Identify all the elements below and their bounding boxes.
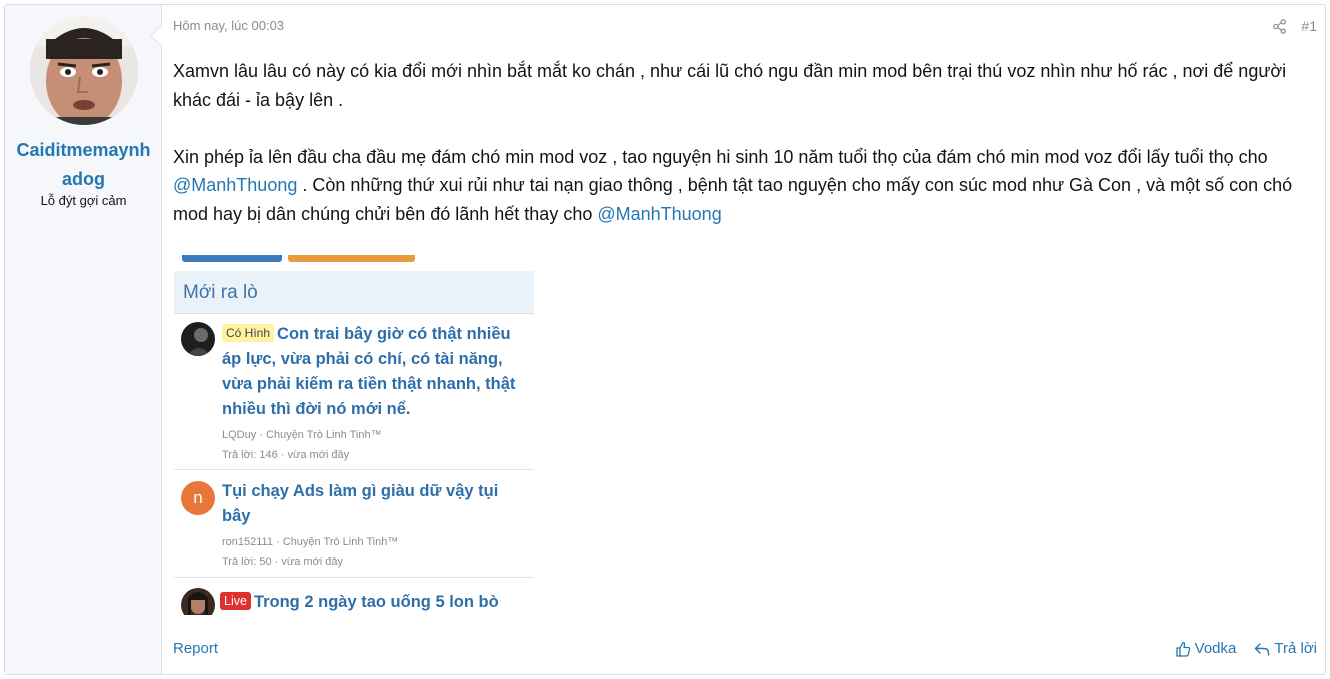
- embed-topbar: [174, 255, 534, 263]
- avatar-letter: n: [193, 488, 203, 507]
- post-message: Xamvn lâu lâu có này có kia đổi mới nhìn…: [173, 57, 1318, 228]
- thread-body: Có Hình Con trai bây giờ có thật nhiều áp…: [222, 322, 526, 465]
- avatar[interactable]: [30, 17, 138, 125]
- username[interactable]: Caiditmemaynhadog: [5, 136, 162, 194]
- thread-author-forum: ron152111 · Chuyện Trò Linh Tinh™: [222, 536, 399, 548]
- report-link[interactable]: Report: [173, 640, 218, 657]
- post-date[interactable]: Hôm nay, lúc 00:03: [173, 18, 284, 33]
- thread-body: Tụi chạy Ads làm gì giàu dữ vậy tụi bây …: [222, 479, 526, 572]
- list-item: n Tụi chạy Ads làm gì giàu dữ vậy tụi bâ…: [174, 471, 534, 578]
- mention-link[interactable]: @ManhThuong: [173, 175, 297, 195]
- thread-avatar: [181, 322, 215, 356]
- message-paragraph-2: Xin phép ỉa lên đầu cha đầu mẹ đám chó m…: [173, 143, 1318, 229]
- embedded-screenshot[interactable]: Mới ra lò Có Hình Con trai bây giờ có thậ…: [174, 255, 534, 615]
- thread-title[interactable]: Tụi chạy Ads làm gì giàu dữ vậy tụi bây: [222, 479, 526, 529]
- post-footer: Report Vodka Trả lời: [173, 640, 1317, 660]
- thumbs-up-icon: [1175, 641, 1191, 657]
- like-button[interactable]: Vodka: [1175, 640, 1237, 657]
- post-header: Hôm nay, lúc 00:03 #1: [173, 18, 1317, 38]
- avatar-image: [30, 17, 138, 125]
- prefix-badge: Có Hình: [222, 324, 275, 342]
- reply-button[interactable]: Trả lời: [1254, 640, 1317, 657]
- user-title: Lỗ đýt gợi cảm: [40, 193, 127, 208]
- post-number-link[interactable]: #1: [1301, 18, 1317, 34]
- footer-actions: Vodka Trả lời: [1175, 640, 1317, 657]
- post-actions: #1: [1272, 18, 1317, 34]
- thread-avatar: [181, 588, 215, 615]
- message-text: . Còn những thứ xui rủi như tai nạn giao…: [173, 175, 1293, 224]
- like-label: Vodka: [1194, 640, 1237, 657]
- thread-avatar: n: [181, 481, 215, 515]
- thread-body: Live Trong 2 ngày tao uống 5 lon bò: [220, 590, 526, 615]
- share-icon[interactable]: [1272, 18, 1287, 34]
- thread-title-text[interactable]: Trong 2 ngày tao uống 5 lon bò: [254, 593, 499, 611]
- live-badge: Live: [220, 592, 251, 610]
- thread-replies: Trả lời: 50 · vừa mới đây: [222, 556, 344, 568]
- reply-icon: [1254, 641, 1270, 657]
- thread-title[interactable]: Có Hình Con trai bây giờ có thật nhiều áp…: [222, 322, 526, 422]
- thread-replies: Trả lời: 146 · vừa mới đây: [222, 449, 350, 461]
- list-item: Live Trong 2 ngày tao uống 5 lon bò: [174, 579, 534, 615]
- embed-header-title: Mới ra lò: [183, 282, 258, 303]
- message-paragraph-1: Xamvn lâu lâu có này có kia đổi mới nhìn…: [173, 61, 1287, 110]
- embed-header: Mới ra lò: [174, 271, 534, 314]
- thread-title[interactable]: Live Trong 2 ngày tao uống 5 lon bò: [220, 590, 526, 615]
- thread-author-forum: LQDuy · Chuyện Trò Linh Tinh™: [222, 429, 382, 441]
- user-sidebar: Caiditmemaynhadog Lỗ đýt gợi cảm: [5, 5, 162, 674]
- post-container: Caiditmemaynhadog Lỗ đýt gợi cảm Hôm nay…: [4, 4, 1326, 675]
- mention-link[interactable]: @ManhThuong: [597, 204, 721, 224]
- message-text: Xin phép ỉa lên đầu cha đầu mẹ đám chó m…: [173, 146, 1268, 167]
- reply-label: Trả lời: [1274, 640, 1317, 657]
- list-item: Có Hình Con trai bây giờ có thật nhiều áp…: [174, 314, 534, 470]
